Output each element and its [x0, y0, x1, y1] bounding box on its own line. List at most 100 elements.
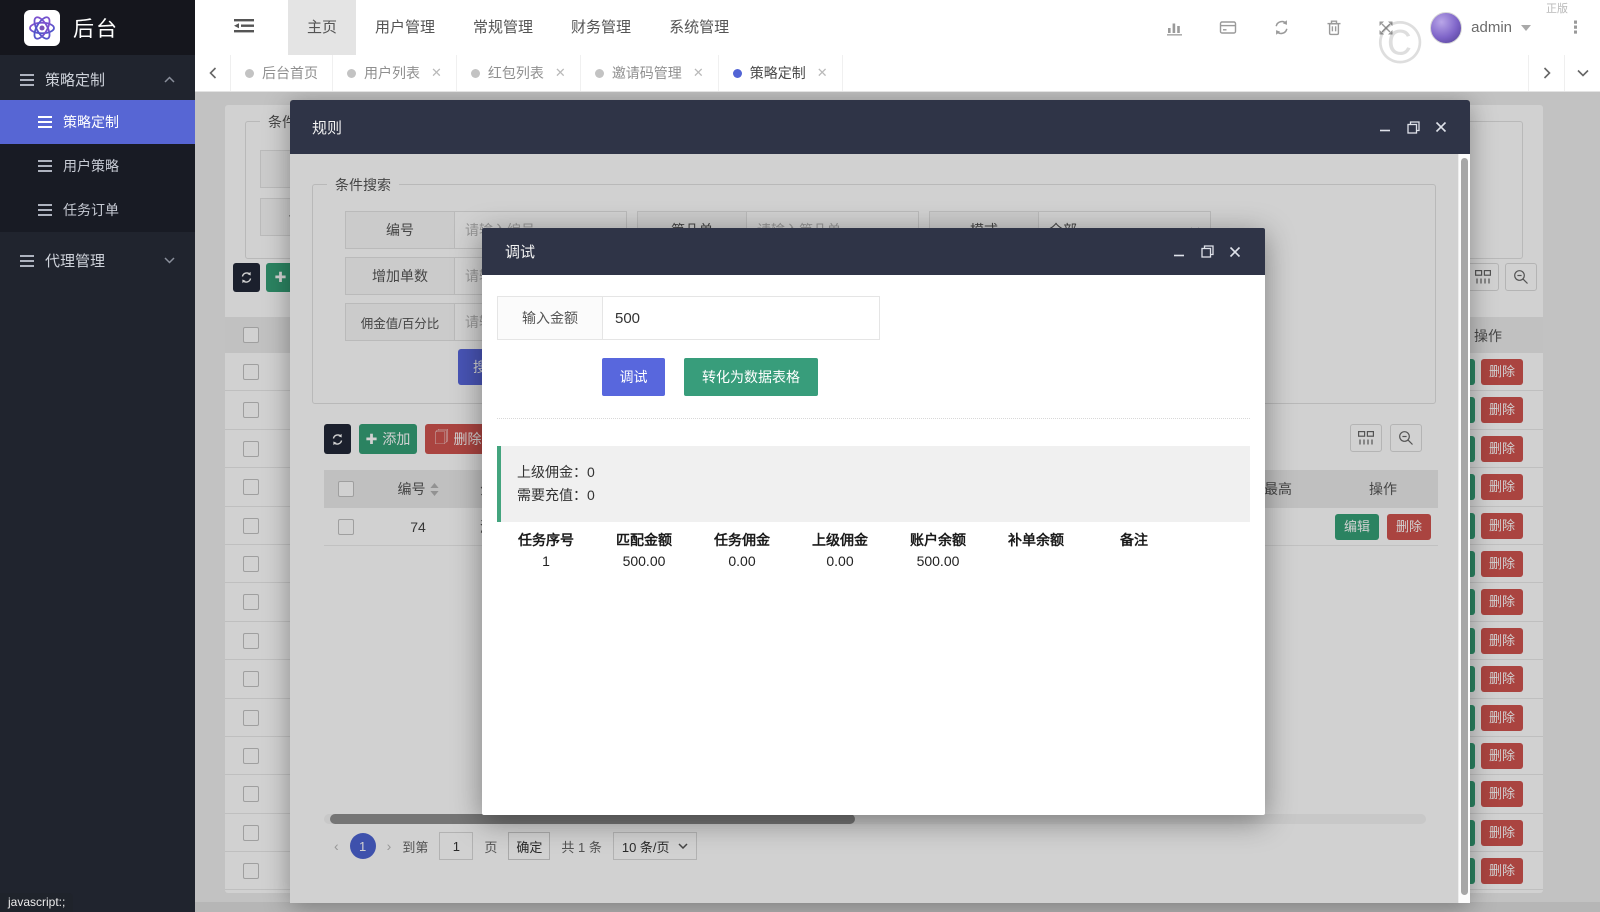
header-cell: 上级佣金	[791, 530, 889, 550]
value-cell	[987, 553, 1085, 569]
value-cell: 1	[497, 553, 595, 569]
logo-icon	[24, 10, 60, 46]
tab-dot	[733, 69, 742, 78]
username: admin	[1471, 19, 1512, 36]
tabbar: 后台首页 用户列表 ✕ 红包列表 ✕ 邀请码管理 ✕ 策略定制 ✕	[195, 55, 1600, 92]
tab-label: 后台首页	[262, 63, 318, 83]
sidebar-item-label: 策略定制	[63, 112, 119, 132]
tab-label: 红包列表	[488, 63, 544, 83]
chevron-down-icon	[164, 257, 175, 264]
tab-scroll-right[interactable]	[1528, 55, 1564, 91]
tab-label: 策略定制	[750, 63, 806, 83]
nav-item-general[interactable]: 常规管理	[454, 0, 552, 55]
result-panel: 上级佣金：0 需要充值：0	[497, 446, 1250, 522]
minimize-icon[interactable]	[1172, 245, 1186, 259]
fullscreen-icon[interactable]	[1378, 20, 1394, 36]
nav-item-users[interactable]: 用户管理	[356, 0, 454, 55]
logo-area: 后台	[0, 0, 195, 55]
tab-user-list[interactable]: 用户列表 ✕	[333, 55, 457, 91]
window-controls	[1172, 245, 1242, 259]
tab-invite-code[interactable]: 邀请码管理 ✕	[581, 55, 719, 91]
sidebar-item-strategy[interactable]: 策略定制	[0, 100, 195, 144]
list-icon	[20, 74, 34, 86]
tab-scroll-left[interactable]	[195, 55, 231, 91]
rule-modal-header: 规则	[290, 100, 1470, 154]
tab-home[interactable]: 后台首页	[231, 55, 333, 91]
value-cell: 500.00	[595, 553, 693, 569]
user-menu[interactable]: admin	[1430, 12, 1531, 44]
result-table-row: 1 500.00 0.00 0.00 500.00	[497, 553, 1183, 569]
header-cell: 备注	[1085, 530, 1183, 550]
vertical-scrollbar-thumb[interactable]	[1461, 158, 1468, 895]
sidebar-submenu: 策略定制 用户策略 任务订单	[0, 100, 195, 232]
vertical-scrollbar	[1458, 154, 1470, 903]
nav-item-home[interactable]: 主页	[288, 0, 356, 55]
maximize-icon[interactable]	[1406, 120, 1420, 134]
sidebar-group-agent[interactable]: 代理管理	[0, 240, 195, 281]
sidebar-group-label: 代理管理	[45, 250, 105, 271]
sidebar-item-label: 任务订单	[63, 200, 119, 220]
link-status-tooltip: javascript:;	[0, 893, 73, 912]
parent-commission-line: 上级佣金：0	[517, 461, 1234, 484]
refresh-icon[interactable]	[1273, 19, 1290, 36]
value-cell: 0.00	[693, 553, 791, 569]
sidebar-item-task-orders[interactable]: 任务订单	[0, 188, 195, 232]
topbar-actions: admin ⋮	[1166, 0, 1584, 55]
sidebar: 策略定制 策略定制 用户策略 任务订单 代理管理	[0, 55, 195, 912]
header-cell: 任务序号	[497, 530, 595, 550]
sidebar-item-user-strategy[interactable]: 用户策略	[0, 144, 195, 188]
tab-close-icon[interactable]: ✕	[431, 65, 442, 81]
top-nav: 主页 用户管理 常规管理 财务管理 系统管理	[288, 0, 748, 55]
chevron-up-icon	[164, 76, 175, 83]
close-icon[interactable]	[1228, 245, 1242, 259]
tab-redpacket-list[interactable]: 红包列表 ✕	[457, 55, 581, 91]
sidebar-collapse-icon[interactable]	[234, 17, 254, 35]
value-cell	[1085, 553, 1183, 569]
debug-modal: 调试 输入金额 调试 转化为数据表格 上级佣金：0 需要充值：0 任务序号 匹配…	[482, 228, 1265, 815]
avatar	[1430, 12, 1462, 44]
rule-modal-title: 规则	[312, 117, 342, 138]
trash-icon[interactable]	[1326, 19, 1342, 36]
debug-button[interactable]: 调试	[602, 358, 665, 396]
panel-icon[interactable]	[1219, 19, 1237, 36]
tab-dot	[347, 69, 356, 78]
recharge-needed-line: 需要充值：0	[517, 484, 1234, 507]
list-icon	[38, 160, 52, 172]
nav-item-system[interactable]: 系统管理	[650, 0, 748, 55]
amount-label: 输入金额	[497, 296, 603, 340]
tab-menu-toggle[interactable]	[1564, 55, 1600, 91]
convert-to-table-button[interactable]: 转化为数据表格	[684, 358, 818, 396]
tab-close-icon[interactable]: ✕	[693, 65, 704, 81]
sidebar-group-strategy[interactable]: 策略定制	[0, 59, 195, 100]
tab-dot	[471, 69, 480, 78]
tab-strategy[interactable]: 策略定制 ✕	[719, 55, 843, 91]
watermark-text: 正版	[1546, 0, 1568, 16]
tab-controls	[1528, 55, 1600, 91]
bar-chart-icon[interactable]	[1166, 19, 1183, 36]
header-cell: 账户余额	[889, 530, 987, 550]
close-icon[interactable]	[1434, 120, 1448, 134]
maximize-icon[interactable]	[1200, 245, 1214, 259]
logo-text: 后台	[73, 13, 119, 43]
tab-dot	[595, 69, 604, 78]
amount-input[interactable]	[602, 296, 880, 340]
dotted-divider	[497, 418, 1250, 419]
minimize-icon[interactable]	[1378, 120, 1392, 134]
topbar: 后台 主页 用户管理 常规管理 财务管理 系统管理	[0, 0, 1600, 55]
tab-close-icon[interactable]: ✕	[555, 65, 566, 81]
list-icon	[38, 116, 52, 128]
tab-label: 用户列表	[364, 63, 420, 83]
nav-item-finance[interactable]: 财务管理	[552, 0, 650, 55]
tab-label: 邀请码管理	[612, 63, 682, 83]
header-cell: 匹配金额	[595, 530, 693, 550]
value-cell: 0.00	[791, 553, 889, 569]
header-cell: 任务佣金	[693, 530, 791, 550]
tab-close-icon[interactable]: ✕	[817, 65, 828, 81]
value-cell: 500.00	[889, 553, 987, 569]
more-dots-icon[interactable]: ⋮	[1567, 19, 1584, 36]
list-icon	[20, 255, 34, 267]
result-table-header: 任务序号 匹配金额 任务佣金 上级佣金 账户余额 补单余额 备注	[497, 530, 1183, 550]
window-controls	[1378, 120, 1448, 134]
debug-modal-title: 调试	[505, 241, 535, 262]
user-caret-icon	[1521, 25, 1531, 31]
